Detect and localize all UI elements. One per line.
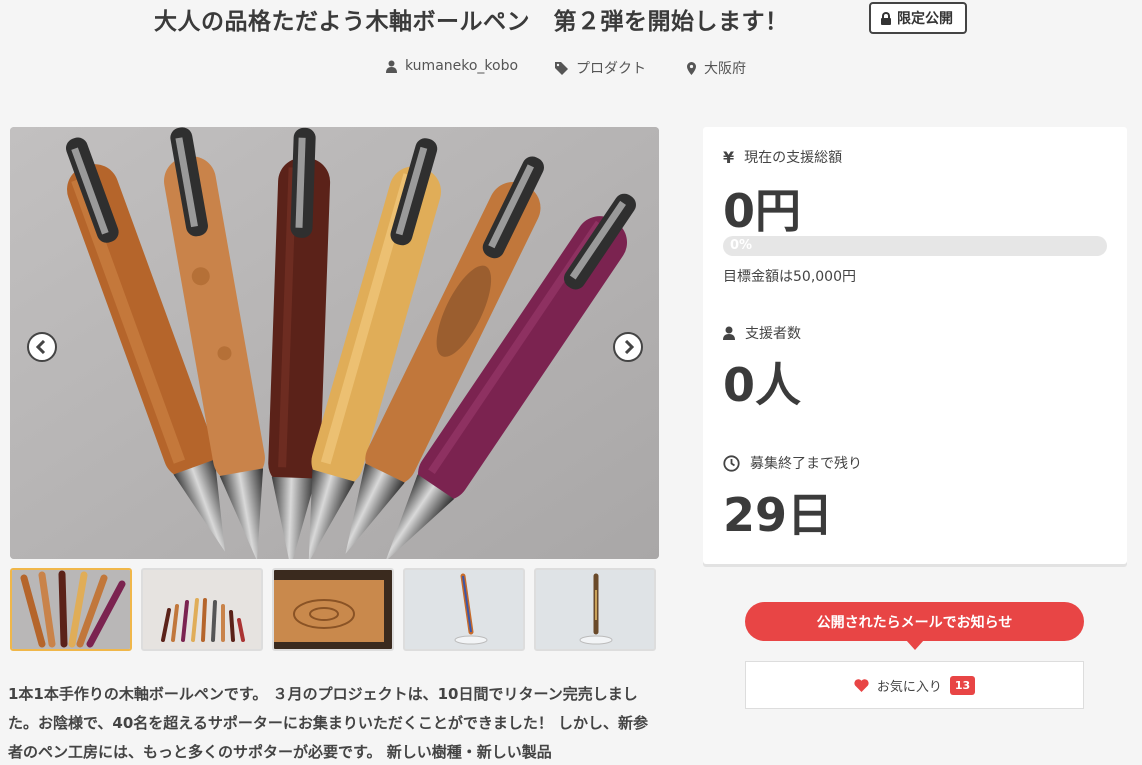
tag-icon [555,61,568,75]
map-pin-icon [687,61,696,75]
funding-progress-bar: 0% [723,236,1107,256]
thumbnail-1[interactable] [10,568,132,651]
goal-amount: 目標金額は50,000円 [723,269,856,285]
lock-icon [881,11,891,25]
user-icon [386,60,397,73]
backers-count: 0人 [723,358,802,412]
limited-public-badge: 限定公開 [869,2,967,34]
thumbnail-2[interactable] [141,568,263,651]
project-description: 1本1本手作りの木軸ボールペンです。 ３月のプロジェクトは、10日間でリターン完… [8,685,649,761]
project-header: 大人の品格ただよう木軸ボールペン 第２弾を開始します！ 限定公開 [0,2,1142,36]
location-name: 大阪府 [704,61,746,77]
backers-label-row: 支援者数 [723,323,801,343]
project-meta: kumaneko_kobo プロダクト 大阪府 [0,58,1142,78]
category-link[interactable]: プロダクト [555,58,646,78]
raised-amount: 0円 [723,184,802,238]
owner-name: kumaneko_kobo [405,58,519,74]
thumbnail-3[interactable] [272,568,394,651]
project-title: 大人の品格ただよう木軸ボールペン 第２弾を開始します！ [154,9,789,35]
thumbnail-4[interactable] [403,568,525,651]
notify-by-email-button[interactable]: 公開されたらメールでお知らせ [745,602,1084,650]
progress-percent: 0% [730,238,753,253]
location-link[interactable]: 大阪府 [687,58,746,78]
favorite-label: お気に入り [876,679,942,695]
badge-label: 限定公開 [897,11,953,27]
carousel-next-button[interactable] [613,332,643,362]
backers-label: 支援者数 [745,326,801,342]
chevron-right-icon [624,340,634,354]
heart-icon [854,678,869,692]
main-image [10,127,659,559]
chevron-left-icon [36,340,46,354]
favorite-button[interactable]: お気に入り 13 [745,661,1084,709]
user-icon [723,326,735,340]
carousel-prev-button[interactable] [27,332,57,362]
remaining-label-row: 募集終了まで残り [723,453,862,473]
favorite-count-badge: 13 [949,675,976,695]
category-name: プロダクト [576,61,646,77]
thumbnail-strip [10,568,659,652]
days-remaining: 29日 [723,488,834,542]
raised-label: 現在の支援総額 [744,150,843,166]
remaining-label: 募集終了まで残り [750,456,862,472]
owner-link[interactable]: kumaneko_kobo [386,58,518,74]
pens-photo [10,127,659,559]
raised-label-row: ¥ 現在の支援総額 [723,147,842,167]
yen-icon: ¥ [723,147,735,167]
clock-icon [723,454,740,472]
thumbnail-5[interactable] [534,568,656,651]
funding-stats-card: ¥ 現在の支援総額 0円 0% 目標金額は50,000円 支援者数 0人 募集終… [703,127,1127,564]
